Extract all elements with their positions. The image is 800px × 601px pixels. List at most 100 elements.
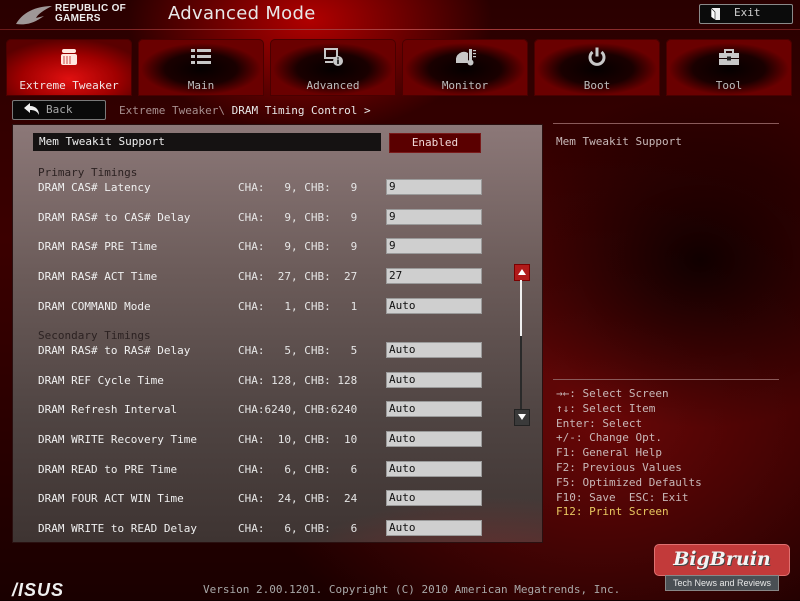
setting-value-input[interactable]: 9 [386, 238, 482, 254]
mem-tweakit-support-row[interactable]: Mem Tweakit Support [33, 133, 381, 151]
secondary-timings-heading: Secondary Timings [38, 329, 151, 342]
tab-label: Extreme Tweaker [19, 79, 119, 92]
channel-values: CHA: 9, CHB: 9 [238, 240, 358, 253]
breadcrumb-parent[interactable]: Extreme Tweaker\ [119, 104, 225, 117]
scrollbar-thumb[interactable] [520, 280, 522, 336]
primary-timings-heading: Primary Timings [38, 166, 138, 179]
channel-values: CHA: 5, CHB: 5 [238, 344, 358, 357]
channel-values: CHA: 6, CHB: 6 [238, 522, 358, 535]
setting-value-input[interactable]: 9 [386, 179, 482, 195]
key-hint: F5: Optimized Defaults [556, 475, 702, 489]
breadcrumb-current: DRAM Timing Control > [224, 104, 371, 117]
tab-advanced[interactable]: Advanced [270, 39, 396, 96]
channel-values: CHA: 24, CHB: 24 [238, 492, 358, 505]
asus-logo: /ISUS [12, 580, 65, 600]
setting-name: DRAM WRITE Recovery Time [38, 433, 197, 446]
setting-name: DRAM RAS# to RAS# Delay [38, 344, 191, 357]
setting-name: DRAM REF Cycle Time [38, 374, 164, 387]
watermark-subtitle: Tech News and Reviews [665, 575, 779, 591]
setting-name: DRAM READ to PRE Time [38, 463, 178, 476]
advanced-info-icon [324, 48, 343, 66]
channel-values: CHA:6240, CHB:6240 [238, 403, 358, 416]
setting-value-input[interactable]: 9 [386, 209, 482, 225]
breadcrumb: Extreme Tweaker\ DRAM Timing Control > [119, 104, 371, 117]
setting-value-input[interactable]: Auto [386, 401, 482, 417]
key-legend: →←: Select Screen ↑↓: Select Item Enter:… [556, 387, 702, 520]
setting-row: DRAM READ to PRE Time CHA: 6, CHB: 6 Aut… [38, 461, 483, 479]
channel-values: CHA: 128, CHB: 128 [238, 374, 358, 387]
setting-value-input[interactable]: Auto [386, 490, 482, 506]
setting-name: DRAM RAS# PRE Time [38, 240, 158, 253]
channel-values: CHA: 10, CHB: 10 [238, 433, 358, 446]
mem-tweakit-support-value[interactable]: Enabled [389, 133, 481, 153]
setting-value-input[interactable]: 27 [386, 268, 482, 284]
tab-label: Monitor [441, 79, 489, 92]
setting-row: DRAM RAS# to CAS# Delay CHA: 9, CHB: 9 9 [38, 209, 483, 227]
tab-main[interactable]: Main [138, 39, 264, 96]
header-divider [0, 29, 800, 30]
setting-name: Mem Tweakit Support [39, 135, 165, 148]
setting-row: DRAM WRITE to READ Delay CHA: 6, CHB: 6 … [38, 520, 483, 538]
door-exit-icon [710, 7, 720, 21]
toolbox-icon [719, 49, 739, 65]
scroll-up-button[interactable] [514, 264, 530, 281]
setting-name: DRAM RAS# to CAS# Delay [38, 211, 191, 224]
help-divider-top [553, 123, 779, 124]
tab-monitor[interactable]: Monitor [402, 39, 528, 96]
thermometer-gauge-icon [455, 49, 476, 66]
scroll-down-button[interactable] [514, 409, 530, 426]
key-hint: +/-: Change Opt. [556, 431, 662, 445]
tab-label: Advanced [306, 79, 360, 92]
setting-row: DRAM WRITE Recovery Time CHA: 10, CHB: 1… [38, 431, 483, 449]
setting-row: DRAM FOUR ACT WIN Time CHA: 24, CHB: 24 … [38, 490, 483, 508]
setting-value-input[interactable]: Auto [386, 298, 482, 314]
channel-values: CHA: 27, CHB: 27 [238, 270, 358, 283]
setting-row: DRAM COMMAND Mode CHA: 1, CHB: 1 Auto [38, 298, 483, 316]
settings-panel: Mem Tweakit Support Enabled Primary Timi… [12, 124, 543, 543]
setting-name: DRAM COMMAND Mode [38, 300, 151, 313]
tab-label: Tool [715, 79, 743, 92]
setting-row: DRAM Refresh Interval CHA:6240, CHB:6240… [38, 401, 483, 419]
tab-boot[interactable]: Boot [534, 39, 660, 96]
list-icon [191, 49, 211, 64]
key-hint: F10: Save ESC: Exit [556, 490, 689, 504]
setting-value-input[interactable]: Auto [386, 461, 482, 477]
tab-tool[interactable]: Tool [666, 39, 792, 96]
main-tabs: Extreme Tweaker Main Advanced Monitor Bo… [6, 39, 796, 96]
setting-row: DRAM CAS# Latency CHA: 9, CHB: 9 9 [38, 179, 483, 197]
channel-values: CHA: 6, CHB: 6 [238, 463, 358, 476]
mode-title: Advanced Mode [168, 3, 316, 24]
watermark-logo: BigBruin Tech News and Reviews [654, 544, 790, 591]
channel-values: CHA: 1, CHB: 1 [238, 300, 358, 313]
tab-extreme-tweaker[interactable]: Extreme Tweaker [6, 39, 132, 96]
help-divider-middle [553, 379, 779, 380]
setting-value-input[interactable]: Auto [386, 372, 482, 388]
key-hint: F1: General Help [556, 446, 662, 460]
setting-row: DRAM RAS# ACT Time CHA: 27, CHB: 27 27 [38, 268, 483, 286]
exit-button[interactable]: Exit [699, 4, 793, 24]
setting-name: DRAM Refresh Interval [38, 403, 178, 416]
setting-name: DRAM RAS# ACT Time [38, 270, 158, 283]
exit-label: Exit [734, 6, 761, 19]
tab-label: Boot [583, 79, 611, 92]
channel-values: CHA: 9, CHB: 9 [238, 181, 358, 194]
key-hint: Enter: Select [556, 416, 643, 430]
back-label: Back [46, 103, 73, 116]
setting-row: DRAM RAS# PRE Time CHA: 9, CHB: 9 9 [38, 238, 483, 256]
watermark-title: BigBruin [654, 544, 790, 576]
setting-value-input[interactable]: Auto [386, 520, 482, 536]
back-button[interactable]: Back [12, 100, 106, 120]
version-text: Version 2.00.1201. Copyright (C) 2010 Am… [203, 583, 621, 596]
setting-value-input[interactable]: Auto [386, 342, 482, 358]
brand-logo-text: REPUBLIC OF GAMERS [55, 3, 127, 24]
back-arrow-icon [24, 103, 39, 115]
help-description: Mem Tweakit Support [556, 135, 682, 148]
rog-logo-icon [16, 6, 52, 25]
key-hint: ↑↓: Select Item [556, 401, 656, 415]
setting-name: DRAM CAS# Latency [38, 181, 151, 194]
setting-value-input[interactable]: Auto [386, 431, 482, 447]
setting-row: DRAM REF Cycle Time CHA: 128, CHB: 128 A… [38, 372, 483, 390]
key-hint: →←: Select Screen [556, 387, 669, 400]
channel-values: CHA: 9, CHB: 9 [238, 211, 358, 224]
setting-name: DRAM FOUR ACT WIN Time [38, 492, 184, 505]
